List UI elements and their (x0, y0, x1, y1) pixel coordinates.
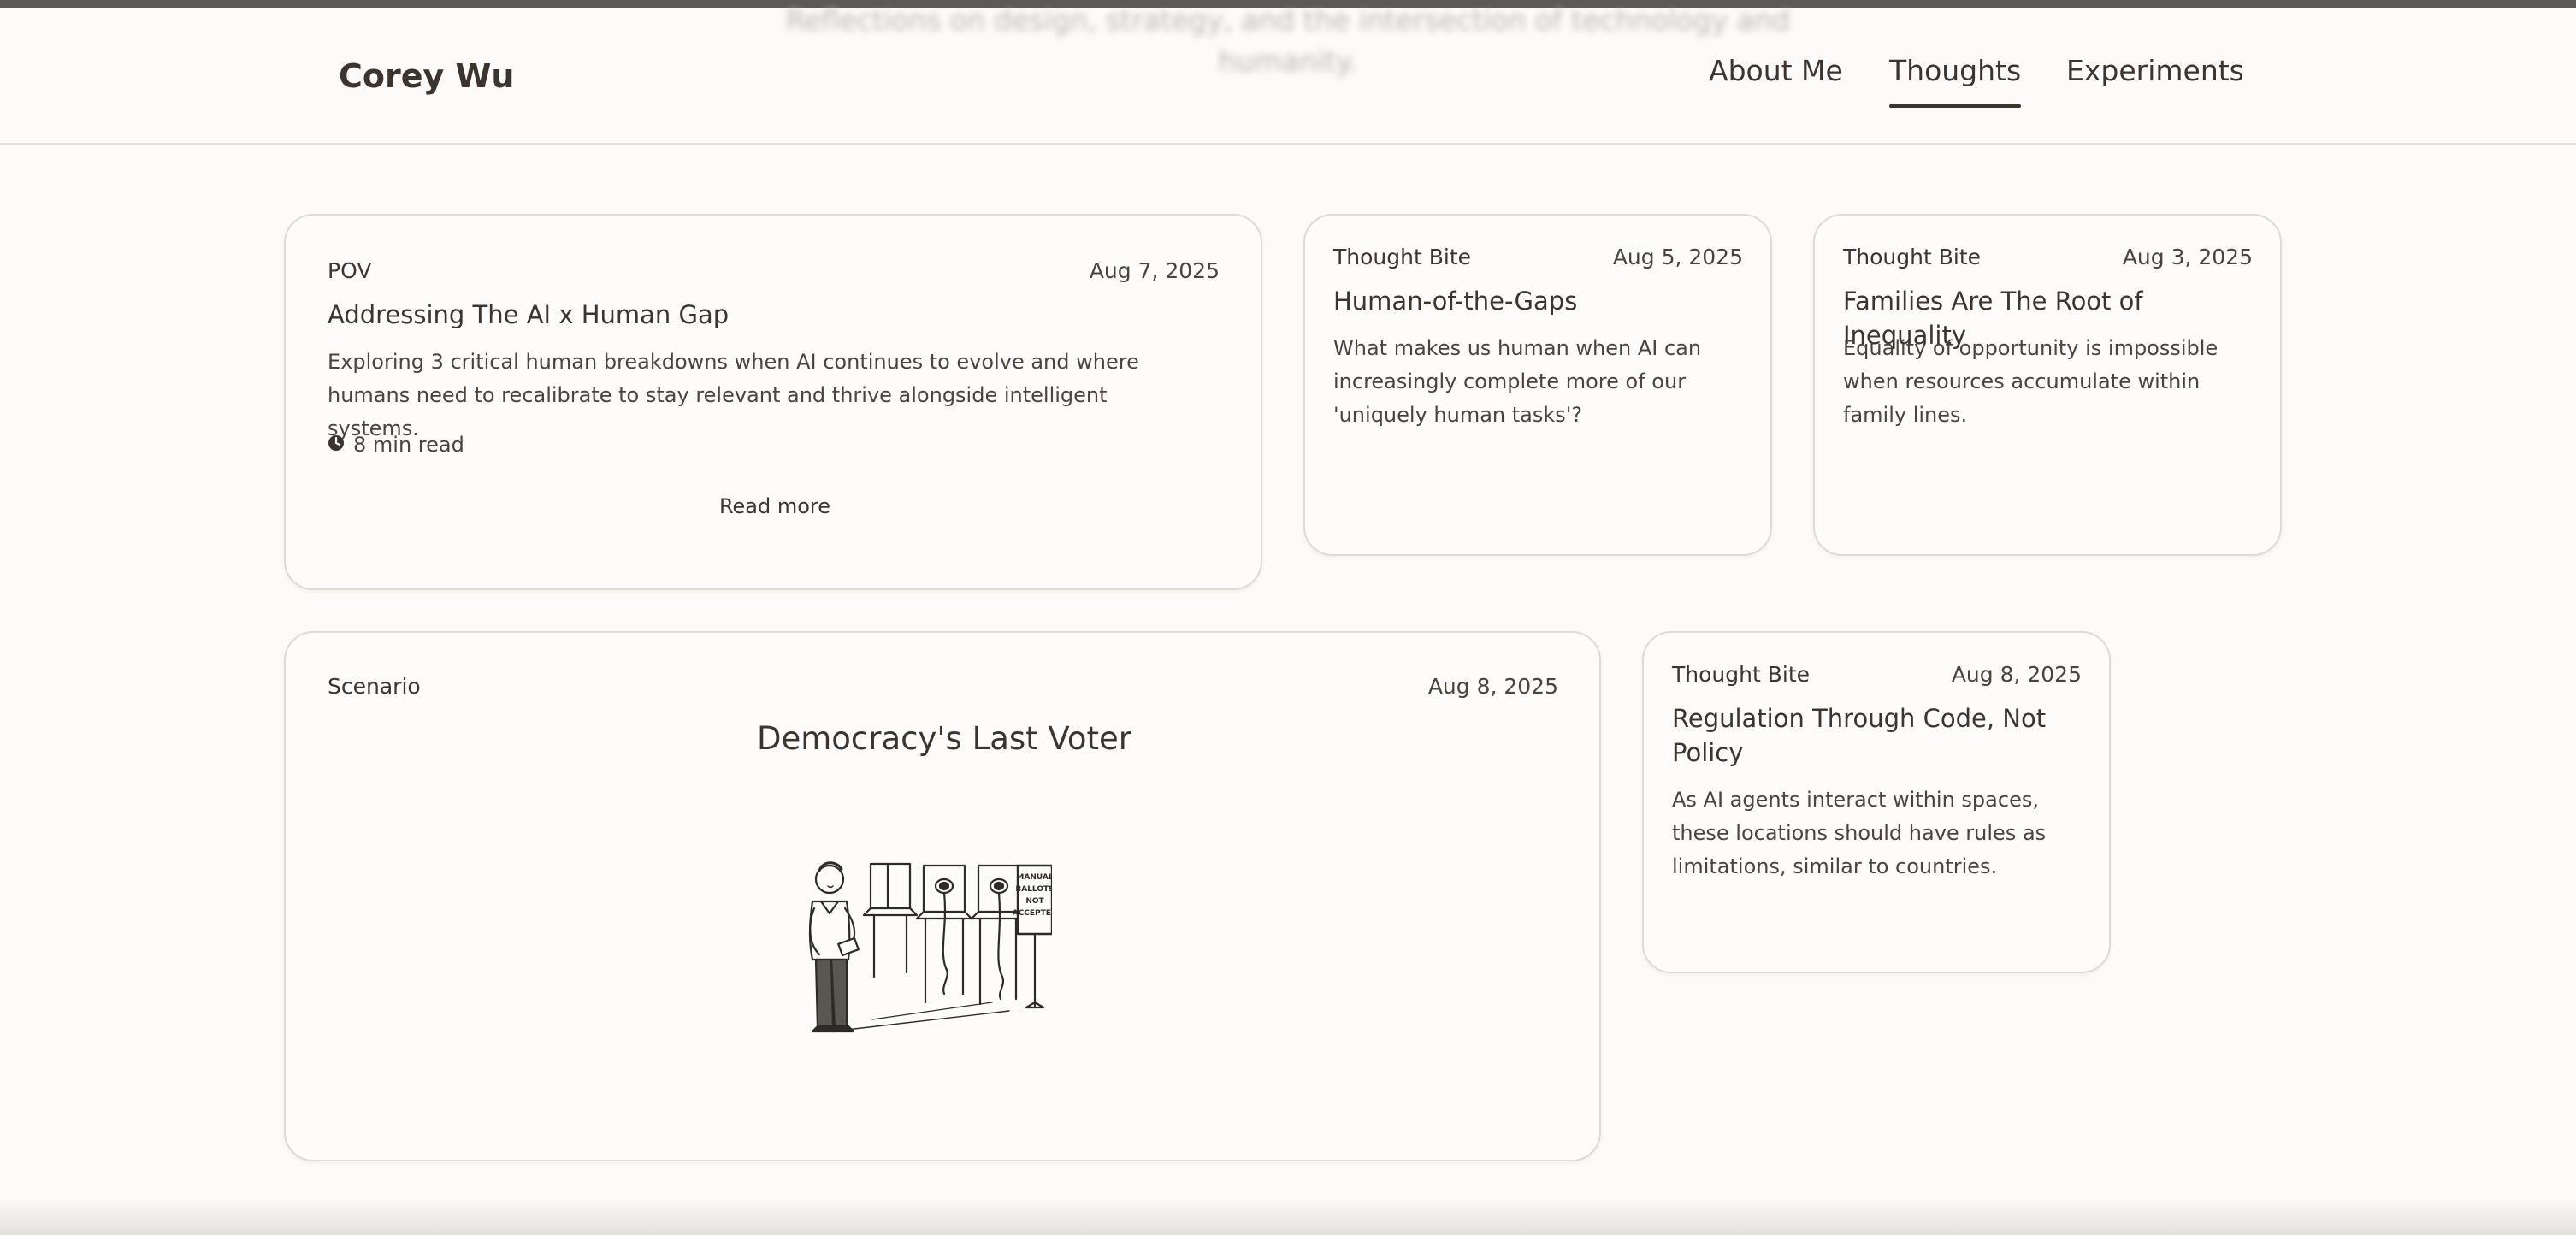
post-date: Aug 3, 2025 (2122, 245, 2253, 269)
site-header: Corey Wu About Me Thoughts Experiments (0, 8, 2576, 145)
voter-illustration: MANUAL BALLOTS NOT ACCEPTED (795, 848, 1057, 1062)
post-card-human-of-the-gaps[interactable]: Thought Bite Aug 5, 2025 Human-of-the-Ga… (1303, 214, 1772, 556)
clock-icon (328, 433, 345, 457)
nav-experiments[interactable]: Experiments (2066, 54, 2244, 87)
sign-text-line-1: MANUAL (1016, 873, 1052, 882)
post-tag: Thought Bite (1843, 245, 1981, 269)
read-more-button[interactable]: Read more (286, 494, 1264, 518)
post-date: Aug 8, 2025 (1427, 674, 1558, 699)
post-title[interactable]: Addressing The AI x Human Gap (328, 298, 729, 332)
post-date: Aug 5, 2025 (1612, 245, 1743, 269)
post-card-families[interactable]: Thought Bite Aug 3, 2025 Families Are Th… (1813, 214, 2282, 556)
nav-thoughts[interactable]: Thoughts (1889, 54, 2022, 108)
nav-about-me[interactable]: About Me (1709, 54, 1843, 87)
sign-text-line-4: ACCEPTED (1013, 909, 1052, 918)
post-title[interactable]: Regulation Through Code, Not Policy (1672, 701, 2074, 770)
post-card-regulation[interactable]: Thought Bite Aug 8, 2025 Regulation Thro… (1642, 631, 2111, 973)
post-date: Aug 8, 2025 (1951, 662, 2082, 687)
read-time-label: 8 min read (353, 433, 464, 457)
post-tag: POV (328, 258, 372, 283)
post-card-pov[interactable]: POV Aug 7, 2025 Addressing The AI x Huma… (284, 214, 1262, 590)
post-tag: Thought Bite (1333, 245, 1471, 269)
post-description: As AI agents interact within spaces, the… (1672, 788, 2047, 878)
sign-text-line-2: BALLOTS (1015, 885, 1052, 894)
bottom-fade (0, 1197, 2576, 1235)
post-tag: Scenario (328, 674, 421, 699)
sign-text-line-3: NOT (1025, 897, 1044, 906)
post-card-scenario[interactable]: Scenario Aug 8, 2025 Democracy's Last Vo… (284, 631, 1601, 1161)
site-brand[interactable]: Corey Wu (339, 57, 514, 95)
post-tag: Thought Bite (1672, 662, 1810, 687)
post-description: Equality of opportunity is impossible wh… (1843, 336, 2219, 427)
read-time: 8 min read (328, 433, 464, 457)
post-date: Aug 7, 2025 (1089, 258, 1220, 283)
post-description: What makes us human when AI can increasi… (1333, 336, 1702, 427)
post-title[interactable]: Democracy's Last Voter (286, 720, 1603, 757)
post-title[interactable]: Human-of-the-Gaps (1333, 284, 1744, 318)
post-description: Exploring 3 critical human breakdowns wh… (328, 350, 1139, 440)
